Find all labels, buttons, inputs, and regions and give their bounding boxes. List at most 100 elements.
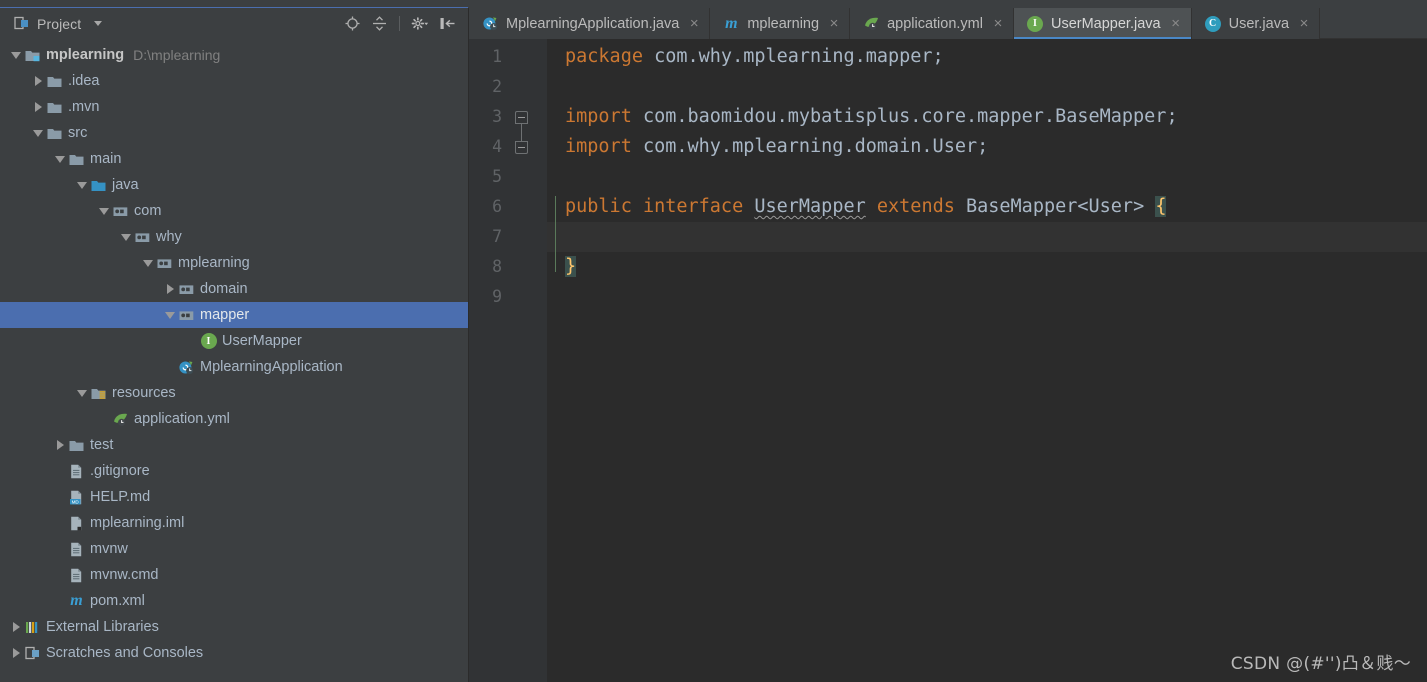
package-icon xyxy=(178,307,195,324)
code-token: { xyxy=(1155,196,1167,217)
tree-node-external-libraries[interactable]: External Libraries xyxy=(0,614,468,640)
chevron-down-icon[interactable] xyxy=(8,52,24,59)
tree-node-label: mvnw xyxy=(90,541,128,557)
chevron-right-icon[interactable] xyxy=(30,102,46,112)
editor-tab-bar[interactable]: MplearningApplication.java × m mplearning × a… xyxy=(469,8,1427,39)
tree-node-test[interactable]: test xyxy=(0,432,468,458)
chevron-right-icon[interactable] xyxy=(8,622,24,632)
editor-tab-user-java[interactable]: C User.java × xyxy=(1192,8,1321,39)
tree-node-application-yml[interactable]: application.yml xyxy=(0,406,468,432)
editor-tab-label: User.java xyxy=(1228,15,1290,32)
spring-yaml-icon xyxy=(112,411,129,428)
chevron-down-icon[interactable] xyxy=(94,21,103,26)
code-line-4[interactable]: import com.why.mplearning.domain.User; xyxy=(565,132,988,162)
code-fold-toggle-icon[interactable] xyxy=(515,110,528,124)
chevron-down-icon[interactable] xyxy=(162,312,178,319)
code-token: extends xyxy=(865,196,955,217)
tree-node-label: mplearning xyxy=(46,47,125,63)
chevron-right-icon[interactable] xyxy=(162,284,178,294)
tree-node-main[interactable]: main xyxy=(0,146,468,172)
tree-node-mvnw-cmd[interactable]: mvnw.cmd xyxy=(0,562,468,588)
chevron-right-icon[interactable] xyxy=(8,648,24,658)
tree-node-mplearning-iml[interactable]: mplearning.iml xyxy=(0,510,468,536)
iml-file-icon xyxy=(68,515,85,532)
gear-icon[interactable] xyxy=(411,15,429,33)
editor-tab-mplearning[interactable]: m mplearning × xyxy=(710,8,851,39)
code-fold-toggle-icon[interactable] xyxy=(515,140,528,154)
tree-node-java[interactable]: java xyxy=(0,172,468,198)
file-icon xyxy=(68,541,85,558)
tree-node-pom-xml[interactable]: m pom.xml xyxy=(0,588,468,614)
tree-node-label: .gitignore xyxy=(90,463,150,479)
close-icon[interactable]: × xyxy=(828,16,840,31)
chevron-down-icon[interactable] xyxy=(74,390,90,397)
editor-tab-label: mplearning xyxy=(747,15,820,32)
maven-m-glyph: m xyxy=(725,14,738,32)
tree-node-label: .mvn xyxy=(68,99,100,115)
hide-panel-icon[interactable] xyxy=(438,15,456,33)
code-token: } xyxy=(565,256,577,277)
code-line-6[interactable]: public interface UserMapper extends Base… xyxy=(565,192,1167,222)
interface-badge: I xyxy=(200,333,217,349)
chevron-down-icon[interactable] xyxy=(96,208,112,215)
maven-m-glyph: m xyxy=(70,592,83,609)
close-icon[interactable]: × xyxy=(1298,16,1310,31)
tree-node--mvn[interactable]: .mvn xyxy=(0,94,468,120)
chevron-down-icon[interactable] xyxy=(30,130,46,137)
tree-node-label: MplearningApplication xyxy=(200,359,343,375)
tree-node-help-md[interactable]: MD HELP.md xyxy=(0,484,468,510)
tree-node--gitignore[interactable]: .gitignore xyxy=(0,458,468,484)
editor-tab-label: UserMapper.java xyxy=(1050,15,1161,32)
locate-target-icon[interactable] xyxy=(343,15,361,33)
code-area: 1 2 3 4 5 6 7 8 9 CSDN @(#'')凸＆贱～ package com.wh… xyxy=(469,39,1427,682)
tree-node-resources[interactable]: resources xyxy=(0,380,468,406)
line-number: 5 xyxy=(492,167,502,186)
indent-guide xyxy=(555,196,556,272)
collapse-all-icon[interactable] xyxy=(370,15,388,33)
editor-code-body[interactable]: CSDN @(#'')凸＆贱～ package com.why.mplearni… xyxy=(547,39,1427,682)
tree-node-usermapper[interactable]: I UserMapper xyxy=(0,328,468,354)
code-line-1[interactable]: package com.why.mplearning.mapper; xyxy=(565,42,944,72)
close-icon[interactable]: × xyxy=(1170,16,1182,31)
project-tree[interactable]: mplearning D:\mplearning .idea .mvn src main j… xyxy=(0,39,468,682)
class-icon: C xyxy=(1204,15,1222,32)
close-icon[interactable]: × xyxy=(992,16,1004,31)
tree-node-mvnw[interactable]: mvnw xyxy=(0,536,468,562)
tree-node-scratches-and-consoles[interactable]: Scratches and Consoles xyxy=(0,640,468,666)
close-icon[interactable]: × xyxy=(688,16,700,31)
line-number: 9 xyxy=(492,287,502,306)
tree-node-domain[interactable]: domain xyxy=(0,276,468,302)
file-icon xyxy=(68,463,85,480)
chevron-down-icon[interactable] xyxy=(118,234,134,241)
tree-node-why[interactable]: why xyxy=(0,224,468,250)
chevron-down-icon[interactable] xyxy=(74,182,90,189)
project-view-selector[interactable]: Project xyxy=(12,15,103,33)
line-number: 8 xyxy=(492,257,502,276)
tree-node-src[interactable]: src xyxy=(0,120,468,146)
tree-node--idea[interactable]: .idea xyxy=(0,68,468,94)
editor-tab-application-yml[interactable]: application.yml × xyxy=(850,8,1014,39)
code-line-3[interactable]: import com.baomidou.mybatisplus.core.map… xyxy=(565,102,1178,132)
chevron-down-icon[interactable] xyxy=(140,260,156,267)
tree-node-com[interactable]: com xyxy=(0,198,468,224)
tree-node-mplearning[interactable]: mplearning xyxy=(0,250,468,276)
line-number: 2 xyxy=(492,77,502,96)
code-token: import xyxy=(565,136,632,157)
folder-icon xyxy=(46,99,63,116)
package-icon xyxy=(156,255,173,272)
window-top-strip xyxy=(0,0,1427,8)
code-line-8[interactable]: } xyxy=(565,252,577,282)
tree-node-mplearningapplication[interactable]: MplearningApplication xyxy=(0,354,468,380)
tree-node-mplearning[interactable]: mplearning D:\mplearning xyxy=(0,42,468,68)
svg-text:MD: MD xyxy=(72,499,80,504)
chevron-down-icon[interactable] xyxy=(52,156,68,163)
chevron-right-icon[interactable] xyxy=(30,76,46,86)
editor-tab-usermapper-java[interactable]: I UserMapper.java × xyxy=(1013,8,1192,39)
tree-node-mapper[interactable]: mapper xyxy=(0,302,468,328)
resources-root-icon xyxy=(90,385,107,402)
line-number: 6 xyxy=(492,197,502,216)
editor-tab-mplearningapplication-java[interactable]: MplearningApplication.java × xyxy=(469,8,711,39)
chevron-right-icon[interactable] xyxy=(52,440,68,450)
code-token: com.baomidou.mybatisplus.core.mapper.Bas… xyxy=(631,106,1178,127)
editor-gutter[interactable]: 1 2 3 4 5 6 7 8 9 xyxy=(469,39,547,682)
